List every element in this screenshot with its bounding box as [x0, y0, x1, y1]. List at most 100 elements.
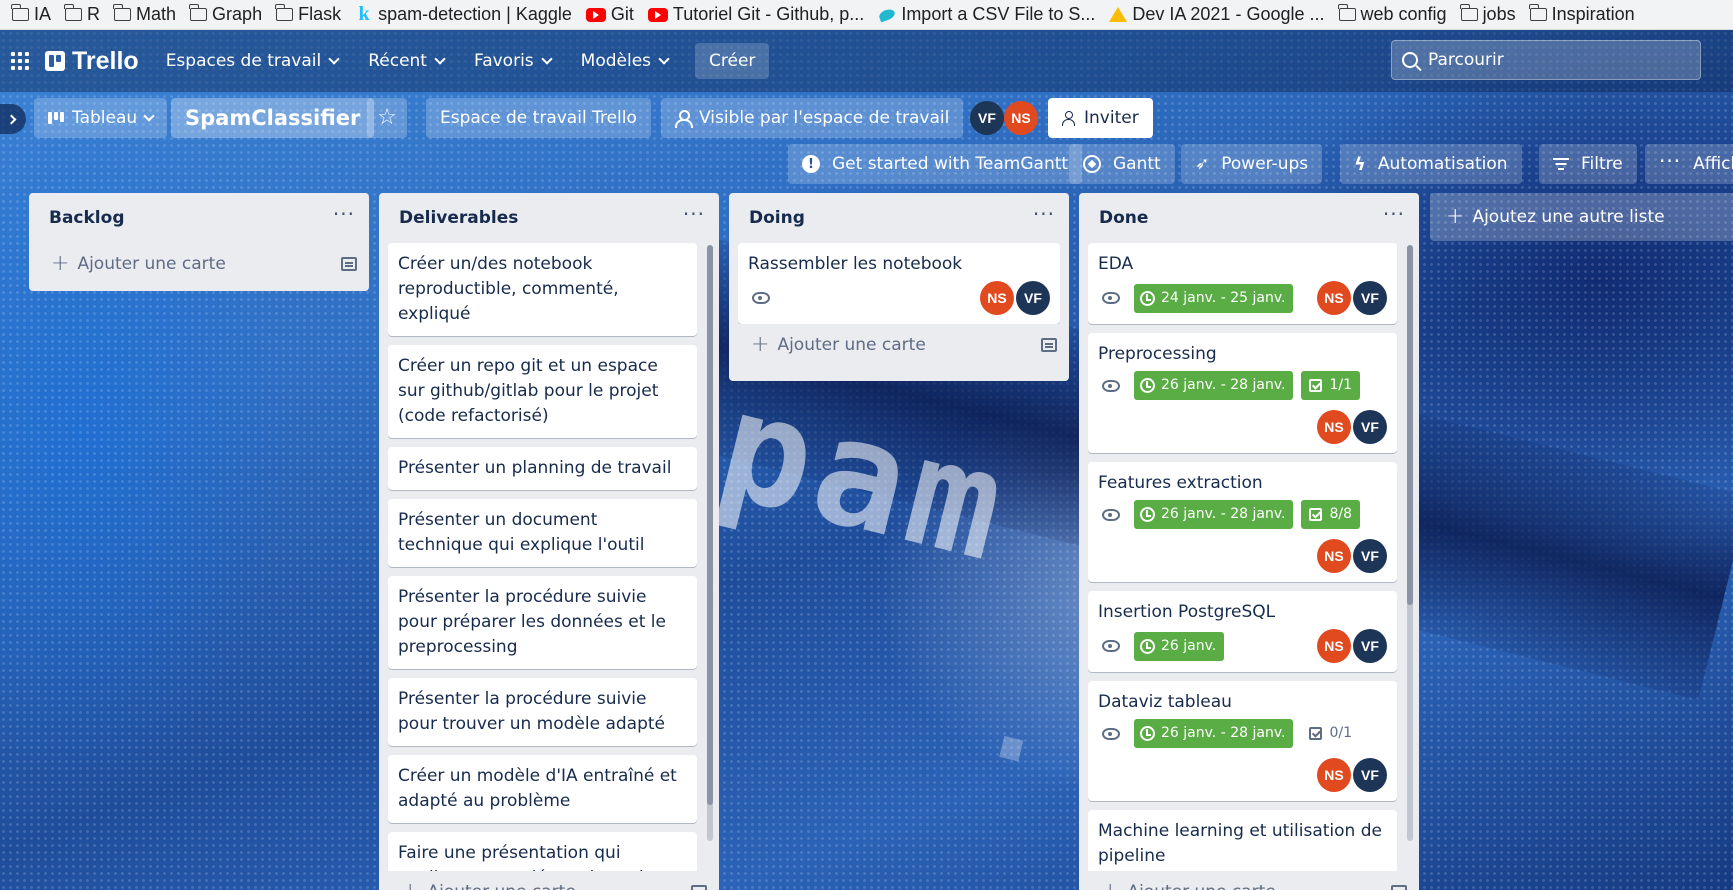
nav-recent[interactable]: Récent [355, 43, 457, 79]
list-item[interactable]: EDA 24 janv. - 25 janv. NS VF [1088, 243, 1397, 324]
site-icon [878, 6, 896, 24]
lightning-icon: ϟ [1354, 153, 1366, 175]
avatar[interactable]: NS [1317, 281, 1351, 315]
add-card-button[interactable]: + Ajouter une carte [29, 243, 369, 285]
show-menu-button[interactable]: ··· Affich [1645, 144, 1733, 184]
bookmark-tutoriel-git[interactable]: Tutoriel Git - Github, p... [644, 4, 874, 25]
add-list-button[interactable]: + Ajoutez une autre liste [1430, 193, 1733, 241]
search-box[interactable] [1391, 40, 1701, 80]
plus-icon: + [1446, 204, 1465, 229]
list-menu-icon[interactable]: ··· [1383, 204, 1405, 224]
list-item[interactable]: Présenter un document technique qui expl… [388, 499, 697, 567]
create-button[interactable]: Créer [695, 43, 770, 79]
list-item[interactable]: Présenter la procédure suivie pour trouv… [388, 678, 697, 746]
avatar[interactable]: VF [1353, 758, 1387, 792]
nav-favorites[interactable]: Favoris [461, 43, 564, 79]
nav-templates[interactable]: Modèles [568, 43, 681, 79]
star-button[interactable]: ☆ [367, 98, 407, 138]
youtube-icon [585, 7, 606, 22]
list-item[interactable]: Faire une présentation qui explique votr… [388, 832, 697, 871]
card-template-icon[interactable] [1391, 885, 1407, 890]
teamgantt-button[interactable]: ! Get started with TeamGantt [788, 144, 1083, 184]
bookmark-kaggle[interactable]: k spam-detection | Kaggle [351, 3, 582, 25]
add-card-button[interactable]: + Ajouter une carte [1079, 871, 1419, 890]
list-item[interactable]: Preprocessing 26 janv. - 28 janv. 1/1 NS… [1088, 333, 1397, 453]
invite-button[interactable]: Inviter [1048, 98, 1153, 138]
avatar[interactable]: NS [1317, 539, 1351, 573]
bookmark-import-csv[interactable]: Import a CSV File to S... [874, 4, 1105, 25]
list-item[interactable]: Insertion PostgreSQL 26 janv. NS VF [1088, 591, 1397, 672]
search-input[interactable] [1428, 50, 1668, 70]
avatar[interactable]: VF [970, 101, 1004, 135]
due-date-badge[interactable]: 24 janv. - 25 janv. [1134, 283, 1294, 313]
bookmark-jobs[interactable]: jobs [1457, 4, 1526, 25]
list-title[interactable]: Doing [749, 208, 805, 228]
list-item[interactable]: Rassembler les notebook NS VF [738, 243, 1060, 324]
nav-workspaces[interactable]: Espaces de travail [153, 43, 352, 79]
trello-logo[interactable]: Trello [45, 47, 139, 76]
list-item[interactable]: Présenter un planning de travail [388, 447, 697, 490]
list-title[interactable]: Deliverables [399, 208, 518, 228]
list-scrollbar[interactable] [707, 245, 713, 841]
card-template-icon[interactable] [1041, 338, 1057, 352]
watch-icon [1102, 640, 1120, 652]
bookmark-dev-ia[interactable]: Dev IA 2021 - Google ... [1105, 4, 1334, 25]
add-card-button[interactable]: + Ajouter une carte [729, 324, 1069, 366]
avatar[interactable]: NS [980, 281, 1014, 315]
list-item[interactable]: Features extraction 26 janv. - 28 janv. … [1088, 462, 1397, 582]
automation-button[interactable]: ϟ Automatisation [1340, 144, 1522, 184]
bookmark-r[interactable]: R [61, 4, 110, 25]
avatar[interactable]: VF [1016, 281, 1050, 315]
workspace-button[interactable]: Espace de travail Trello [426, 98, 651, 138]
bookmark-graph[interactable]: Graph [186, 4, 272, 25]
powerups-button[interactable]: ➶ Power-ups [1181, 144, 1323, 184]
avatar[interactable]: VF [1353, 539, 1387, 573]
list-item[interactable]: Créer un/des notebook reproductible, com… [388, 243, 697, 336]
list-title[interactable]: Done [1099, 208, 1148, 228]
list-menu-icon[interactable]: ··· [683, 204, 705, 224]
avatar[interactable]: VF [1353, 410, 1387, 444]
card-title: Features extraction [1098, 473, 1263, 493]
avatar[interactable]: VF [1353, 281, 1387, 315]
due-date-badge[interactable]: 26 janv. - 28 janv. [1134, 500, 1294, 529]
bookmarks-bar: IA R Math Graph Flask k spam-detection | … [0, 0, 1733, 30]
avatar[interactable]: NS [1317, 629, 1351, 663]
list-scrollbar[interactable] [1407, 245, 1413, 841]
bookmark-math[interactable]: Math [110, 4, 186, 25]
avatar[interactable]: NS [1317, 410, 1351, 444]
avatar[interactable]: NS [1317, 758, 1351, 792]
due-date-badge[interactable]: 26 janv. - 28 janv. [1134, 719, 1294, 748]
bookmark-git[interactable]: Git [582, 4, 644, 25]
app-switcher-icon[interactable] [11, 52, 29, 70]
filter-button[interactable]: Filtre [1539, 144, 1637, 184]
card-template-icon[interactable] [341, 257, 357, 271]
due-date-badge[interactable]: 26 janv. - 28 janv. [1134, 371, 1294, 400]
folder-icon [11, 4, 29, 21]
list-item[interactable]: Créer un repo git et un espace sur githu… [388, 345, 697, 438]
list-item[interactable]: Dataviz tableau 26 janv. - 28 janv. 0/1 … [1088, 681, 1397, 801]
list-item[interactable]: Présenter la procédure suivie pour prépa… [388, 576, 697, 669]
list-deliverables: Deliverables ··· Créer un/des notebook r… [379, 193, 719, 890]
chevron-down-icon [658, 53, 670, 65]
view-switcher[interactable]: Tableau [34, 98, 168, 138]
alert-icon: ! [802, 155, 820, 173]
card-template-icon[interactable] [691, 885, 707, 890]
gantt-button[interactable]: Gantt [1069, 144, 1175, 184]
avatar[interactable]: NS [1004, 101, 1038, 135]
bookmark-flask[interactable]: Flask [272, 4, 351, 25]
board-title[interactable]: SpamClassifier [171, 98, 375, 138]
list-title[interactable]: Backlog [49, 208, 125, 228]
list-menu-icon[interactable]: ··· [1033, 204, 1055, 224]
due-date-badge[interactable]: 26 janv. [1134, 631, 1225, 661]
visibility-button[interactable]: Visible par l'espace de travail [661, 98, 964, 138]
list-item[interactable]: Machine learning et utilisation de pipel… [1088, 810, 1397, 871]
sidebar-toggle[interactable] [0, 104, 26, 134]
avatar[interactable]: VF [1353, 629, 1387, 663]
list-menu-icon[interactable]: ··· [333, 204, 355, 224]
bookmark-ia[interactable]: IA [8, 4, 61, 25]
bookmark-web-config[interactable]: web config [1335, 4, 1457, 25]
checklist-badge: 1/1 [1301, 371, 1360, 400]
bookmark-inspiration[interactable]: Inspiration [1526, 4, 1645, 25]
list-item[interactable]: Créer un modèle d'IA entraîné et adapté … [388, 755, 697, 823]
add-card-button[interactable]: + Ajouter une carte [379, 871, 719, 890]
